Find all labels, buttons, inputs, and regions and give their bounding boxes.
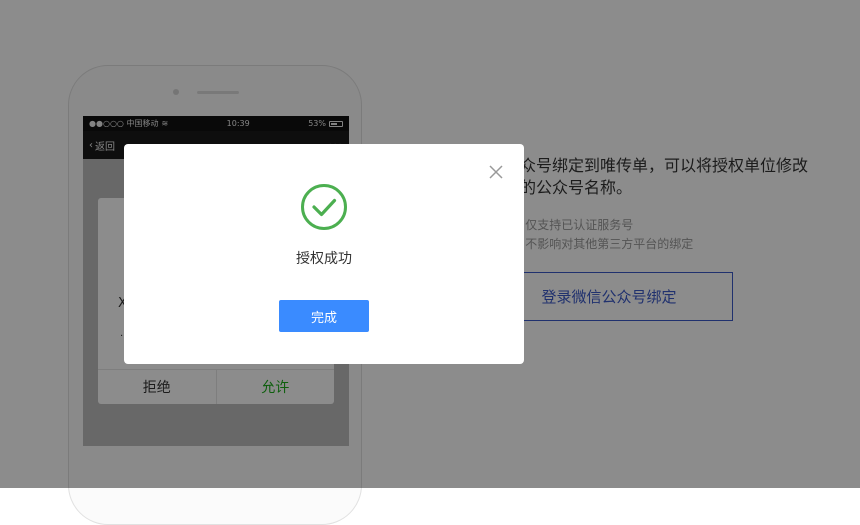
close-icon[interactable] xyxy=(488,164,504,180)
modal-title: 授权成功 xyxy=(296,251,352,267)
check-circle-icon xyxy=(301,184,347,230)
done-button[interactable]: 完成 xyxy=(279,300,369,332)
success-modal: 授权成功 完成 xyxy=(124,144,524,364)
